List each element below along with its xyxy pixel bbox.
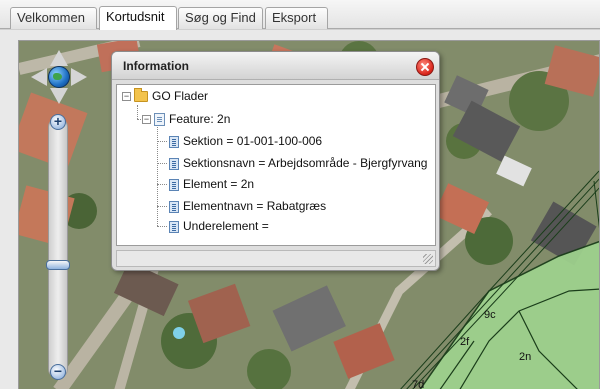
tree-node-property[interactable]: Underelement = — [169, 217, 269, 235]
information-statusbar — [116, 250, 436, 267]
collapse-icon[interactable]: − — [142, 115, 151, 125]
parcel-label-2f: 2f — [460, 336, 470, 348]
tree-label-feature: Feature: 2n — [169, 112, 231, 126]
property-icon — [169, 178, 179, 191]
tree-node-property[interactable]: Element = 2n — [169, 175, 254, 193]
property-icon — [169, 157, 179, 170]
tab-eksport[interactable]: Eksport — [265, 7, 328, 29]
collapse-icon[interactable]: − — [122, 92, 131, 102]
globe-icon[interactable] — [48, 66, 70, 88]
tree-node-feature[interactable]: − Feature: 2n — [142, 110, 230, 128]
pan-right-icon[interactable] — [71, 68, 87, 86]
folder-icon — [134, 88, 148, 103]
tab-velkommen[interactable]: Velkommen — [10, 7, 97, 29]
tab-soeg-og-find[interactable]: Søg og Find — [178, 7, 263, 29]
property-element: Element = 2n — [183, 177, 255, 191]
pan-down-icon[interactable] — [50, 88, 68, 104]
information-window: Information − GO Flader − Feature: 2n Sekt… — [111, 51, 440, 271]
parcel-label-7d: 7d — [412, 379, 425, 389]
zoom-slider-track[interactable] — [48, 118, 68, 378]
tree-label-root: GO Flader — [152, 89, 209, 103]
zoom-in-icon[interactable]: + — [50, 114, 66, 130]
parcel-label-9c: 9c — [484, 309, 496, 321]
tree-node-property[interactable]: Sektion = 01-001-100-006 — [169, 132, 322, 150]
information-titlebar[interactable]: Information — [112, 52, 439, 80]
property-icon — [169, 200, 179, 213]
tree-node-root[interactable]: − GO Flader — [122, 87, 208, 105]
resize-grip-icon[interactable] — [423, 254, 433, 264]
tab-bar: Velkommen Kortudsnit Søg og Find Eksport — [0, 0, 600, 30]
property-underelement: Underelement = — [183, 219, 269, 233]
tab-kortudsnit[interactable]: Kortudsnit — [99, 6, 177, 30]
feature-icon — [154, 113, 165, 127]
pan-up-icon[interactable] — [50, 50, 68, 66]
tree-node-property[interactable]: Sektionsnavn = Arbejdsområde - Bjergfyrv… — [169, 154, 427, 172]
tree-node-property[interactable]: Elementnavn = Rabatgræs — [169, 197, 326, 215]
information-title: Information — [123, 59, 189, 73]
zoom-out-icon[interactable]: − — [50, 364, 66, 380]
pan-left-icon[interactable] — [31, 68, 47, 86]
pan-control — [31, 50, 87, 104]
property-elementnavn: Elementnavn = Rabatgræs — [183, 199, 327, 213]
parcel-label-2n: 2n — [519, 351, 532, 363]
feature-tree: − GO Flader − Feature: 2n Sektion = 01-001… — [116, 84, 436, 246]
property-icon — [169, 220, 179, 233]
property-sektion: Sektion = 01-001-100-006 — [183, 134, 323, 148]
close-icon[interactable] — [416, 58, 434, 76]
zoom-slider-handle[interactable] — [46, 260, 70, 270]
property-sektionsnavn: Sektionsnavn = Arbejdsområde - Bjergfyrv… — [183, 156, 428, 170]
property-icon — [169, 135, 179, 148]
